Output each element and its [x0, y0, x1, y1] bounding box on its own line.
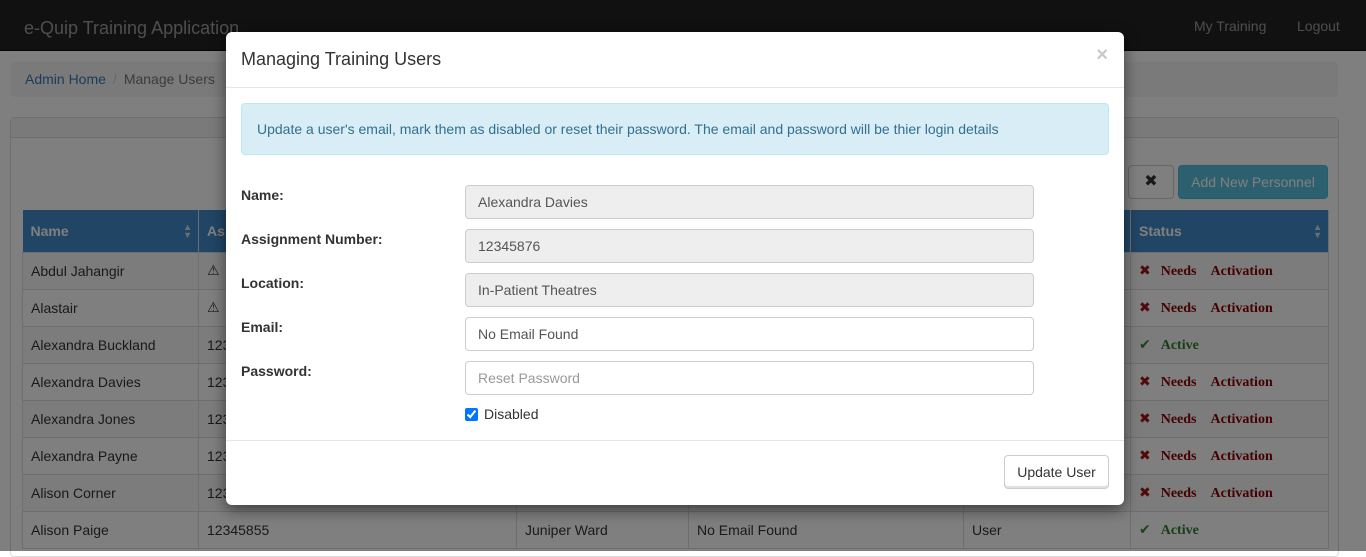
manage-user-modal: Managing Training Users × Update a user'… — [226, 32, 1124, 505]
modal-footer — [226, 440, 1124, 505]
info-alert: Update a user's email, mark them as disa… — [241, 103, 1109, 155]
assignment-number-field[interactable] — [465, 229, 1034, 263]
disabled-checkbox-row[interactable]: Disabled — [465, 406, 538, 422]
name-field[interactable] — [465, 185, 1034, 219]
password-field[interactable] — [465, 361, 1034, 395]
close-icon[interactable]: × — [1096, 44, 1108, 67]
modal-header: Managing Training Users × — [226, 32, 1124, 88]
name-label: Name: — [241, 187, 284, 203]
email-field[interactable] — [465, 317, 1034, 351]
location-label: Location: — [241, 275, 304, 291]
update-user-button[interactable]: Update User — [1004, 455, 1109, 489]
disabled-label: Disabled — [484, 406, 539, 422]
password-label: Password: — [241, 363, 312, 379]
modal-title: Managing Training Users — [241, 49, 442, 69]
assignment-label: Assignment Number: — [241, 231, 383, 247]
location-field[interactable] — [465, 273, 1034, 307]
email-label: Email: — [241, 319, 284, 335]
disabled-checkbox[interactable] — [465, 408, 478, 421]
